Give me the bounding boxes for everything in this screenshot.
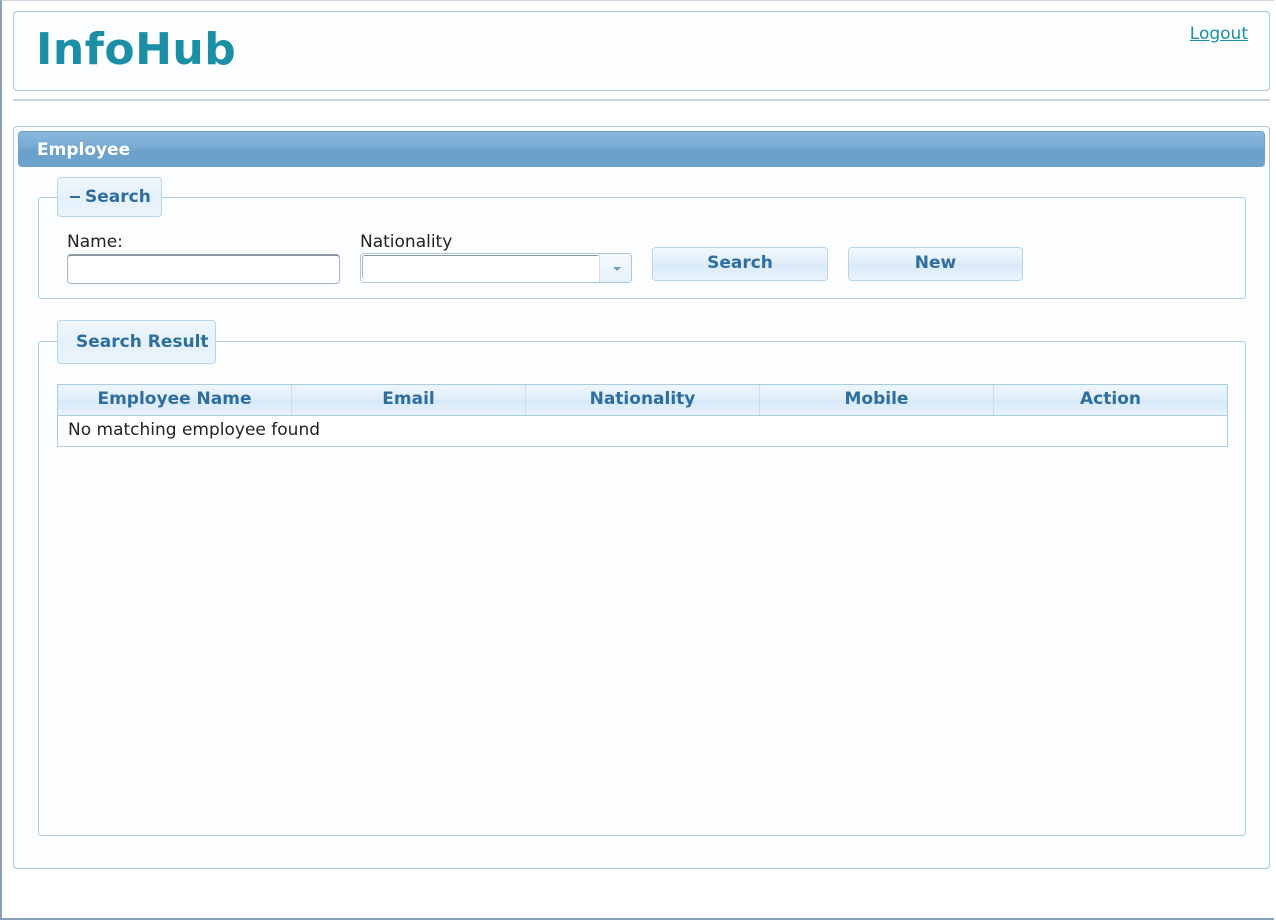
chevron-down-icon [613,267,621,271]
minus-icon [70,196,80,198]
search-result-legend-label: Search Result [76,332,209,352]
app-header: InfoHub Logout [13,11,1270,91]
nationality-select[interactable] [360,253,632,283]
new-button[interactable]: New [848,247,1023,281]
search-legend-label: Search [85,187,151,207]
nationality-label: Nationality [360,232,453,252]
grid-header: Employee Name Email Nationality Mobile A… [58,385,1227,416]
logout-link[interactable]: Logout [1190,24,1248,44]
nationality-select-field[interactable] [362,255,598,279]
header-separator [13,99,1270,101]
grid-empty-message: No matching employee found [58,416,1227,446]
app-logo: InfoHub [36,24,237,75]
search-button[interactable]: Search [652,247,828,281]
column-header-action[interactable]: Action [994,385,1227,415]
name-label: Name: [67,232,123,252]
browser-frame: InfoHub Logout Employee Search Name: Nat… [0,0,1274,920]
panel-title: Employee [37,140,131,160]
column-header-email[interactable]: Email [292,385,526,415]
search-legend-toggle[interactable]: Search [57,177,162,217]
panel-title-bar: Employee [18,131,1265,167]
search-result-legend: Search Result [57,320,216,364]
nationality-dropdown-button[interactable] [599,254,631,282]
search-result-fieldset: Search Result Employee Name Email Nation… [38,320,1246,836]
search-fieldset: Search Name: Nationality Search New [38,177,1246,299]
employee-panel: Employee Search Name: Nationality Search… [13,126,1270,869]
name-input[interactable] [67,254,340,284]
column-header-nationality[interactable]: Nationality [526,385,760,415]
employee-grid: Employee Name Email Nationality Mobile A… [57,384,1228,447]
column-header-employee-name[interactable]: Employee Name [58,385,292,415]
column-header-mobile[interactable]: Mobile [760,385,994,415]
